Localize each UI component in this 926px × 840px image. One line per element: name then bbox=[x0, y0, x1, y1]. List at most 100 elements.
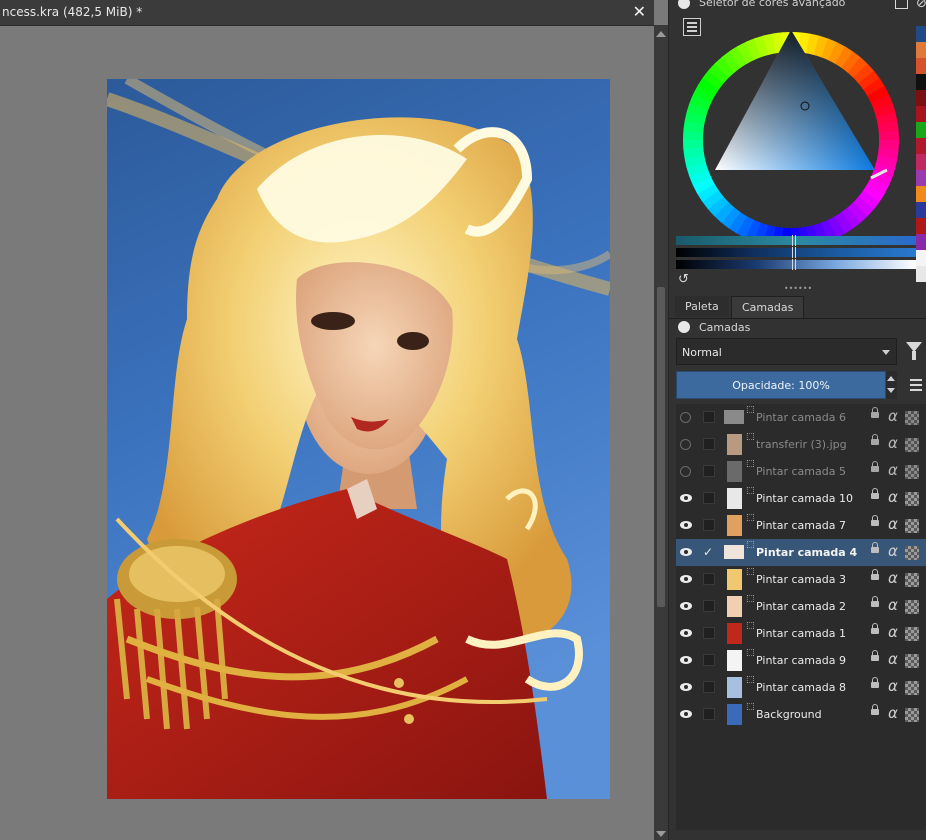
alpha-lock-icon[interactable]: α bbox=[888, 704, 898, 722]
float-docker-icon[interactable] bbox=[895, 0, 908, 9]
eye-hidden-icon[interactable] bbox=[680, 412, 691, 423]
scrollbar-thumb[interactable] bbox=[657, 287, 665, 607]
alpha-lock-icon[interactable]: α bbox=[888, 623, 898, 641]
selector-settings-icon[interactable] bbox=[683, 18, 701, 36]
inherit-alpha-icon[interactable] bbox=[905, 681, 919, 695]
lock-icon[interactable] bbox=[871, 623, 879, 634]
document-tab[interactable]: ncess.kra (482,5 MiB) * ✕ bbox=[0, 0, 654, 26]
scroll-up-icon[interactable] bbox=[656, 31, 666, 37]
eye-visible-icon[interactable] bbox=[680, 548, 692, 556]
lock-icon[interactable] bbox=[871, 650, 879, 661]
alpha-lock-icon[interactable]: α bbox=[888, 488, 898, 506]
inherit-alpha-icon[interactable] bbox=[905, 573, 919, 587]
eye-hidden-icon[interactable] bbox=[680, 439, 691, 450]
alpha-lock-icon[interactable]: α bbox=[888, 650, 898, 668]
eye-visible-icon[interactable] bbox=[680, 521, 692, 529]
layer-checkbox[interactable] bbox=[703, 465, 715, 477]
docker-lock-icon[interactable] bbox=[678, 321, 690, 333]
alpha-lock-icon[interactable]: α bbox=[888, 407, 898, 425]
layer-row[interactable]: ⬚ Pintar camada 1 α bbox=[676, 620, 926, 647]
color-swatch[interactable] bbox=[916, 266, 926, 282]
alpha-lock-icon[interactable]: α bbox=[888, 434, 898, 452]
color-swatch[interactable] bbox=[916, 202, 926, 218]
tab-paleta[interactable]: Paleta bbox=[675, 296, 729, 317]
layer-row[interactable]: ⬚ Pintar camada 7 α bbox=[676, 512, 926, 539]
alpha-lock-icon[interactable]: α bbox=[888, 461, 898, 479]
lock-icon[interactable] bbox=[871, 461, 879, 472]
color-swatch[interactable] bbox=[916, 42, 926, 58]
eye-visible-icon[interactable] bbox=[680, 710, 692, 718]
alpha-lock-icon[interactable]: α bbox=[888, 596, 898, 614]
layer-checkbox[interactable] bbox=[703, 573, 715, 585]
color-swatch[interactable] bbox=[916, 138, 926, 154]
tab-camadas[interactable]: Camadas bbox=[731, 296, 805, 318]
layer-checkbox[interactable] bbox=[703, 492, 715, 504]
lock-icon[interactable] bbox=[871, 596, 879, 607]
layer-checkbox[interactable] bbox=[703, 681, 715, 693]
layer-checkbox[interactable] bbox=[703, 708, 715, 720]
inherit-alpha-icon[interactable] bbox=[905, 708, 919, 722]
opacity-slider[interactable]: Opacidade: 100% bbox=[676, 371, 886, 399]
layer-checkbox[interactable] bbox=[703, 600, 715, 612]
blend-mode-select[interactable]: Normal bbox=[676, 338, 897, 365]
inherit-alpha-icon[interactable] bbox=[905, 600, 919, 614]
eye-visible-icon[interactable] bbox=[680, 629, 692, 637]
layer-row[interactable]: ⬚ Pintar camada 5 α bbox=[676, 458, 926, 485]
layer-row[interactable]: ⬚ Pintar camada 6 α bbox=[676, 404, 926, 431]
color-swatch[interactable] bbox=[916, 122, 926, 138]
refresh-icon[interactable]: ↺ bbox=[678, 272, 689, 287]
eye-visible-icon[interactable] bbox=[680, 494, 692, 502]
color-history-swatches[interactable] bbox=[916, 26, 926, 282]
color-swatch[interactable] bbox=[916, 186, 926, 202]
color-swatch[interactable] bbox=[916, 250, 926, 266]
layer-row[interactable]: ✓ ⬚ Pintar camada 4 α bbox=[676, 539, 926, 566]
color-swatch[interactable] bbox=[916, 74, 926, 90]
eye-visible-icon[interactable] bbox=[680, 683, 692, 691]
color-swatch[interactable] bbox=[916, 90, 926, 106]
artwork-canvas[interactable] bbox=[107, 79, 610, 799]
inherit-alpha-icon[interactable] bbox=[905, 411, 919, 425]
lock-icon[interactable] bbox=[871, 542, 879, 553]
layer-list[interactable]: ⬚ Pintar camada 6 α ⬚ transferir (3).jpg α ⬚ Pi… bbox=[676, 404, 926, 840]
eye-visible-icon[interactable] bbox=[680, 602, 692, 610]
layer-checkbox[interactable] bbox=[703, 519, 715, 531]
inherit-alpha-icon[interactable] bbox=[905, 627, 919, 641]
inherit-alpha-icon[interactable] bbox=[905, 519, 919, 533]
alpha-lock-icon[interactable]: α bbox=[888, 677, 898, 695]
layer-checkbox[interactable] bbox=[703, 411, 715, 423]
alpha-lock-icon[interactable]: α bbox=[888, 542, 898, 560]
layer-checkbox[interactable]: ✓ bbox=[703, 546, 715, 558]
layer-row[interactable]: ⬚ Background α bbox=[676, 701, 926, 728]
lock-icon[interactable] bbox=[871, 434, 879, 445]
lock-icon[interactable] bbox=[871, 407, 879, 418]
alpha-lock-icon[interactable]: α bbox=[888, 515, 898, 533]
color-swatch[interactable] bbox=[916, 106, 926, 122]
color-sliders[interactable] bbox=[676, 235, 916, 272]
eye-visible-icon[interactable] bbox=[680, 575, 692, 583]
color-wheel[interactable] bbox=[683, 18, 905, 238]
layer-row[interactable]: ⬚ Pintar camada 10 α bbox=[676, 485, 926, 512]
color-swatch[interactable] bbox=[916, 26, 926, 42]
filter-icon[interactable] bbox=[906, 342, 922, 360]
color-swatch[interactable] bbox=[916, 218, 926, 234]
layer-checkbox[interactable] bbox=[703, 627, 715, 639]
inherit-alpha-icon[interactable] bbox=[905, 465, 919, 479]
inherit-alpha-icon[interactable] bbox=[905, 492, 919, 506]
layer-checkbox[interactable] bbox=[703, 438, 715, 450]
color-swatch[interactable] bbox=[916, 234, 926, 250]
layer-row[interactable]: ⬚ Pintar camada 9 α bbox=[676, 647, 926, 674]
inherit-alpha-icon[interactable] bbox=[905, 654, 919, 668]
scroll-down-icon[interactable] bbox=[656, 831, 666, 837]
color-swatch[interactable] bbox=[916, 170, 926, 186]
lock-icon[interactable] bbox=[871, 704, 879, 715]
close-document-icon[interactable]: ✕ bbox=[633, 2, 646, 21]
layer-row[interactable]: ⬚ transferir (3).jpg α bbox=[676, 431, 926, 458]
eye-hidden-icon[interactable] bbox=[680, 466, 691, 477]
close-docker-icon[interactable]: ⊘ bbox=[916, 0, 926, 11]
docker-splitter[interactable]: •••••• bbox=[669, 285, 926, 293]
color-swatch[interactable] bbox=[916, 154, 926, 170]
lock-icon[interactable] bbox=[871, 488, 879, 499]
canvas-vertical-scrollbar[interactable] bbox=[654, 25, 668, 840]
docker-lock-icon[interactable] bbox=[678, 0, 690, 9]
lock-icon[interactable] bbox=[871, 515, 879, 526]
